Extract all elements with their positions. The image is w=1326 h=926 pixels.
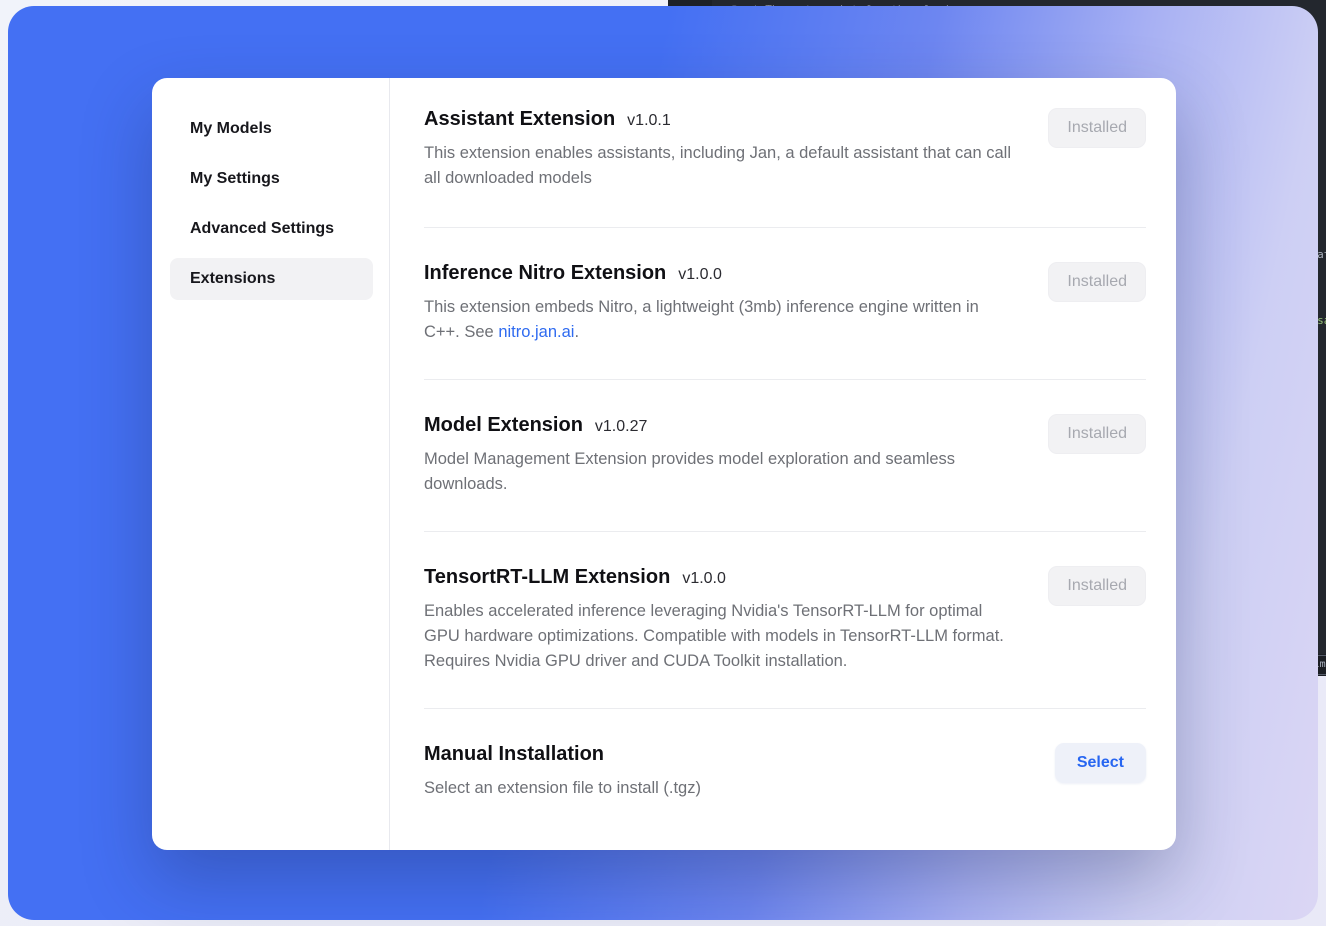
extension-title: Assistant Extension: [424, 108, 615, 131]
extension-title-line: TensortRT-LLM Extension v1.0.0: [424, 566, 1014, 589]
manual-installation-row: Manual Installation Select an extension …: [424, 709, 1146, 801]
extension-title: Model Extension: [424, 414, 583, 437]
extension-title-line: Model Extension v1.0.27: [424, 414, 1014, 437]
extension-title-line: Manual Installation: [424, 743, 701, 766]
extension-info: Inference Nitro Extension v1.0.0 This ex…: [424, 262, 1014, 345]
extension-title-line: Assistant Extension v1.0.1: [424, 108, 1014, 131]
sidebar-item-extensions[interactable]: Extensions: [170, 258, 373, 300]
sidebar-item-advanced-settings[interactable]: Advanced Settings: [170, 208, 373, 250]
extension-description: This extension embeds Nitro, a lightweig…: [424, 295, 1014, 345]
extension-version: v1.0.0: [678, 266, 722, 284]
extension-row-tensorrt-llm: TensortRT-LLM Extension v1.0.0 Enables a…: [424, 532, 1146, 709]
sidebar-item-my-settings[interactable]: My Settings: [170, 158, 373, 200]
nitro-jan-ai-link[interactable]: nitro.jan.ai: [498, 323, 574, 341]
settings-sidebar: My Models My Settings Advanced Settings …: [152, 78, 390, 850]
extension-info: Assistant Extension v1.0.1 This extensio…: [424, 108, 1014, 191]
extension-description: Enables accelerated inference leveraging…: [424, 599, 1014, 674]
extension-info: Manual Installation Select an extension …: [424, 743, 701, 801]
settings-modal: My Models My Settings Advanced Settings …: [152, 78, 1176, 850]
extension-row-assistant: Assistant Extension v1.0.1 This extensio…: [424, 88, 1146, 228]
select-file-button[interactable]: Select: [1055, 743, 1146, 783]
manual-installation-title: Manual Installation: [424, 743, 604, 766]
extension-description: Model Management Extension provides mode…: [424, 447, 1014, 497]
extension-row-inference-nitro: Inference Nitro Extension v1.0.0 This ex…: [424, 228, 1146, 380]
description-text: .: [574, 323, 579, 341]
installed-button[interactable]: Installed: [1048, 414, 1146, 454]
installed-button[interactable]: Installed: [1048, 262, 1146, 302]
installed-button[interactable]: Installed: [1048, 108, 1146, 148]
extensions-list: Assistant Extension v1.0.1 This extensio…: [390, 78, 1176, 850]
extension-version: v1.0.0: [682, 570, 726, 588]
extension-description: This extension enables assistants, inclu…: [424, 141, 1014, 191]
extension-title: Inference Nitro Extension: [424, 262, 666, 285]
extension-info: TensortRT-LLM Extension v1.0.0 Enables a…: [424, 566, 1014, 674]
sidebar-item-my-models[interactable]: My Models: [170, 108, 373, 150]
extension-version: v1.0.1: [627, 112, 671, 130]
extension-title: TensortRT-LLM Extension: [424, 566, 670, 589]
extension-row-model: Model Extension v1.0.27 Model Management…: [424, 380, 1146, 532]
extension-info: Model Extension v1.0.27 Model Management…: [424, 414, 1014, 497]
extension-title-line: Inference Nitro Extension v1.0.0: [424, 262, 1014, 285]
installed-button[interactable]: Installed: [1048, 566, 1146, 606]
manual-installation-description: Select an extension file to install (.tg…: [424, 776, 701, 801]
extension-version: v1.0.27: [595, 418, 647, 436]
